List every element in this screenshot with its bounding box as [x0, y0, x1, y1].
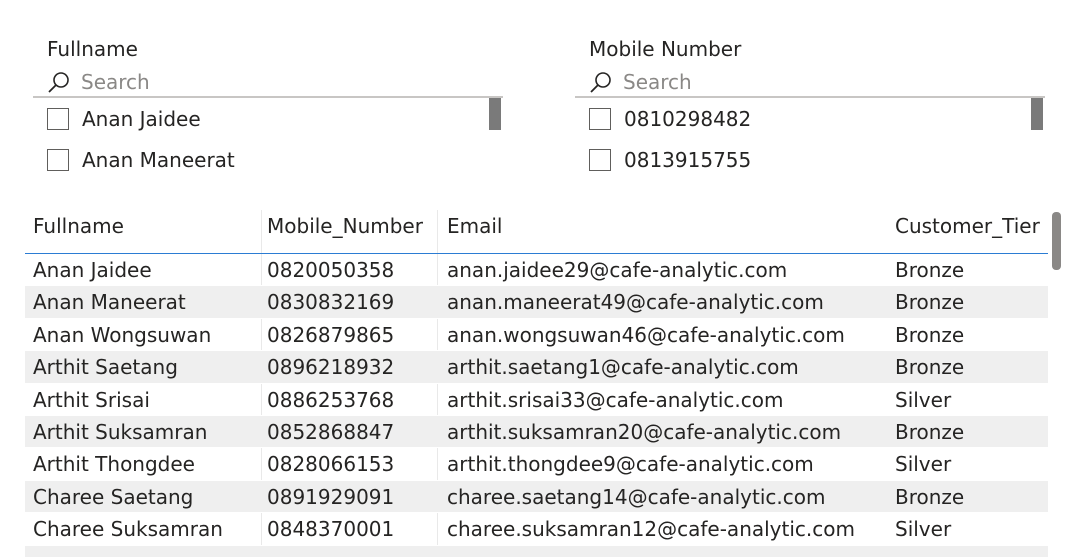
checkbox[interactable] — [47, 108, 69, 130]
table-row[interactable]: Arthit Saetang 0896218932 arthit.saetang… — [25, 351, 1048, 384]
cell-fullname: Arthit Suksamran — [33, 419, 208, 444]
table-row[interactable]: Arthit Thongdee 0828066153 arthit.thongd… — [25, 448, 1048, 481]
cell-customer-tier: Bronze — [895, 419, 965, 444]
cell-email: arthit.thongdee9@cafe-analytic.com — [447, 452, 814, 477]
table-row[interactable]: Anan Wongsuwan 0826879865 anan.wongsuwan… — [25, 319, 1048, 352]
cell-fullname: Charee Saetang — [33, 484, 194, 509]
mobile-number-slicer: Mobile Number 0810298482 0813915755 — [575, 36, 1045, 180]
column-header-fullname[interactable]: Fullname — [33, 214, 124, 238]
table-header: Fullname Mobile_Number Email Customer_Ti… — [25, 207, 1048, 254]
table-row[interactable]: Arthit Srisai 0886253768 arthit.srisai33… — [25, 384, 1048, 416]
cell-mobile-number: 0891929091 — [267, 484, 395, 509]
table-row[interactable]: Arthit Suksamran 0852868847 arthit.suksa… — [25, 415, 1048, 449]
cell-email: arthit.srisai33@cafe-analytic.com — [447, 387, 784, 412]
table-row[interactable]: Anan Jaidee 0820050358 anan.jaidee29@caf… — [25, 254, 1048, 287]
slicer-title: Fullname — [47, 37, 138, 61]
column-header-email[interactable]: Email — [447, 214, 503, 238]
cell-customer-tier: Silver — [895, 387, 952, 412]
cell-email: charee.suksamran12@cafe-analytic.com — [447, 517, 855, 542]
checkbox[interactable] — [589, 108, 611, 130]
cell-fullname: Anan Wongsuwan — [33, 322, 212, 347]
slicer-item-label: 0810298482 — [624, 107, 752, 131]
cell-mobile-number: 0886253768 — [267, 387, 395, 412]
cell-customer-tier: Bronze — [895, 322, 965, 347]
cell-fullname: Anan Jaidee — [33, 258, 152, 282]
slicer-scrollbar[interactable] — [1031, 98, 1043, 130]
table-row-partial — [25, 546, 1048, 557]
cell-mobile-number: 0826879865 — [267, 322, 395, 347]
cell-mobile-number: 0828066153 — [267, 452, 395, 477]
slicer-title: Mobile Number — [589, 37, 742, 61]
cell-fullname: Anan Maneerat — [33, 290, 186, 315]
cell-email: anan.wongsuwan46@cafe-analytic.com — [447, 322, 845, 347]
slicer-item[interactable]: 0813915755 — [589, 145, 751, 175]
cell-email: anan.maneerat49@cafe-analytic.com — [447, 290, 824, 315]
cell-mobile-number: 0820050358 — [267, 258, 395, 282]
slicer-item-label: Anan Maneerat — [82, 148, 235, 172]
cell-email: arthit.suksamran20@cafe-analytic.com — [447, 419, 842, 444]
cell-fullname: Arthit Saetang — [33, 355, 178, 380]
table-row[interactable]: Charee Suksamran 0848370001 charee.suksa… — [25, 513, 1048, 546]
search-icon — [590, 72, 611, 93]
cell-customer-tier: Silver — [895, 452, 952, 477]
cell-customer-tier: Bronze — [895, 258, 965, 282]
cell-mobile-number: 0896218932 — [267, 355, 395, 380]
cell-email: arthit.saetang1@cafe-analytic.com — [447, 355, 799, 380]
checkbox[interactable] — [589, 149, 611, 171]
slicer-item[interactable]: Anan Maneerat — [47, 145, 235, 175]
search-icon — [48, 72, 69, 93]
slicer-search-bar — [575, 68, 1045, 98]
cell-fullname: Charee Suksamran — [33, 517, 223, 542]
slicer-search-bar — [33, 68, 503, 98]
customer-table: Fullname Mobile_Number Email Customer_Ti… — [25, 207, 1048, 546]
cell-email: anan.jaidee29@cafe-analytic.com — [447, 258, 788, 282]
cell-customer-tier: Bronze — [895, 290, 965, 315]
cell-mobile-number: 0830832169 — [267, 290, 395, 315]
checkbox[interactable] — [47, 149, 69, 171]
cell-customer-tier: Bronze — [895, 484, 965, 509]
table-row[interactable]: Anan Maneerat 0830832169 anan.maneerat49… — [25, 286, 1048, 319]
cell-mobile-number: 0848370001 — [267, 517, 395, 542]
slicer-scrollbar[interactable] — [489, 98, 501, 130]
slicer-list: Anan Jaidee Anan Maneerat — [33, 98, 503, 180]
column-header-mobile-number[interactable]: Mobile_Number — [267, 214, 423, 238]
cell-email: charee.saetang14@cafe-analytic.com — [447, 484, 826, 509]
slicer-item-label: Anan Jaidee — [82, 107, 201, 131]
cell-fullname: Arthit Srisai — [33, 387, 150, 412]
column-header-customer-tier[interactable]: Customer_Tier — [895, 214, 1040, 238]
cell-mobile-number: 0852868847 — [267, 419, 395, 444]
slicer-list: 0810298482 0813915755 — [575, 98, 1045, 180]
slicer-item[interactable]: 0810298482 — [589, 104, 751, 134]
slicer-item-label: 0813915755 — [624, 148, 752, 172]
search-input[interactable] — [81, 70, 381, 94]
cell-customer-tier: Bronze — [895, 355, 965, 380]
table-row[interactable]: Charee Saetang 0891929091 charee.saetang… — [25, 480, 1048, 514]
search-input[interactable] — [623, 70, 923, 94]
cell-fullname: Arthit Thongdee — [33, 452, 195, 477]
table-scrollbar[interactable] — [1052, 212, 1061, 270]
slicer-item[interactable]: Anan Jaidee — [47, 104, 201, 134]
fullname-slicer: Fullname Anan Jaidee Anan Maneerat — [33, 36, 503, 180]
cell-customer-tier: Silver — [895, 517, 952, 542]
